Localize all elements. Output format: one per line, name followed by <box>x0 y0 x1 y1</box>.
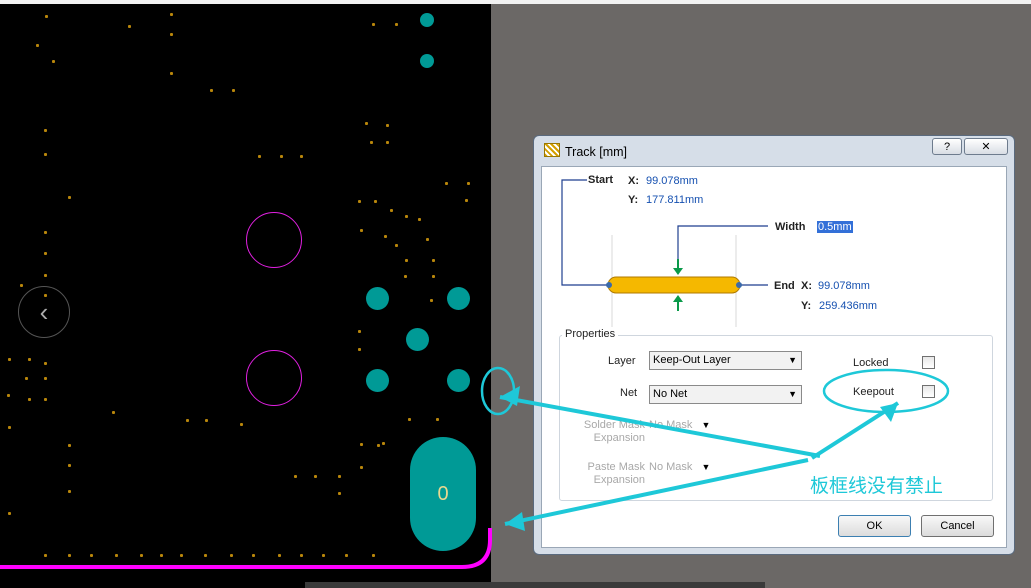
locked-label: Locked <box>853 357 889 369</box>
dropdown-arrow-icon: ▼ <box>788 389 797 399</box>
properties-title: Properties <box>562 328 619 340</box>
width-value[interactable]: 0.5mm <box>817 221 853 233</box>
scrollbar[interactable] <box>305 582 765 588</box>
dropdown-arrow-icon: ▼ <box>788 355 797 365</box>
width-label: Width <box>775 221 806 233</box>
start-label: Start <box>588 174 614 186</box>
layer-label: Layer <box>608 355 636 367</box>
cancel-button[interactable]: Cancel <box>921 515 994 537</box>
net-select[interactable]: No Net ▼ <box>649 385 802 404</box>
close-button[interactable]: ✕ <box>964 138 1008 155</box>
end-x-label: X: <box>801 280 812 292</box>
start-x-label: X: <box>628 175 639 187</box>
keepout-checkbox[interactable] <box>922 385 935 398</box>
end-y-value[interactable]: 259.436mm <box>819 300 877 312</box>
track-diagram <box>561 179 768 327</box>
end-x-value[interactable]: 99.078mm <box>818 280 870 292</box>
track-icon <box>544 143 560 157</box>
solder-mask-value[interactable]: No Mask ▼ <box>649 419 710 432</box>
help-button[interactable]: ? <box>932 138 962 155</box>
solder-mask-label: Solder Mask Expansion <box>583 419 645 444</box>
keepout-label: Keepout <box>853 386 894 398</box>
start-y-value[interactable]: 177.811mm <box>646 194 703 206</box>
dialog-title: Track [mm] <box>544 143 627 159</box>
start-x-value[interactable]: 99.078mm <box>646 175 698 187</box>
board-outline <box>0 528 492 569</box>
paste-mask-label: Paste Mask Expansion <box>587 461 645 486</box>
start-y-label: Y: <box>628 194 639 206</box>
end-y-label: Y: <box>801 300 812 312</box>
ok-button[interactable]: OK <box>838 515 911 537</box>
net-label: Net <box>620 387 638 399</box>
end-label: End <box>774 280 795 292</box>
annotation-text: 板框线没有禁止 <box>810 475 944 497</box>
layer-select[interactable]: Keep-Out Layer ▼ <box>649 351 802 370</box>
paste-mask-value[interactable]: No Mask ▼ <box>649 461 710 474</box>
locked-checkbox[interactable] <box>922 356 935 369</box>
